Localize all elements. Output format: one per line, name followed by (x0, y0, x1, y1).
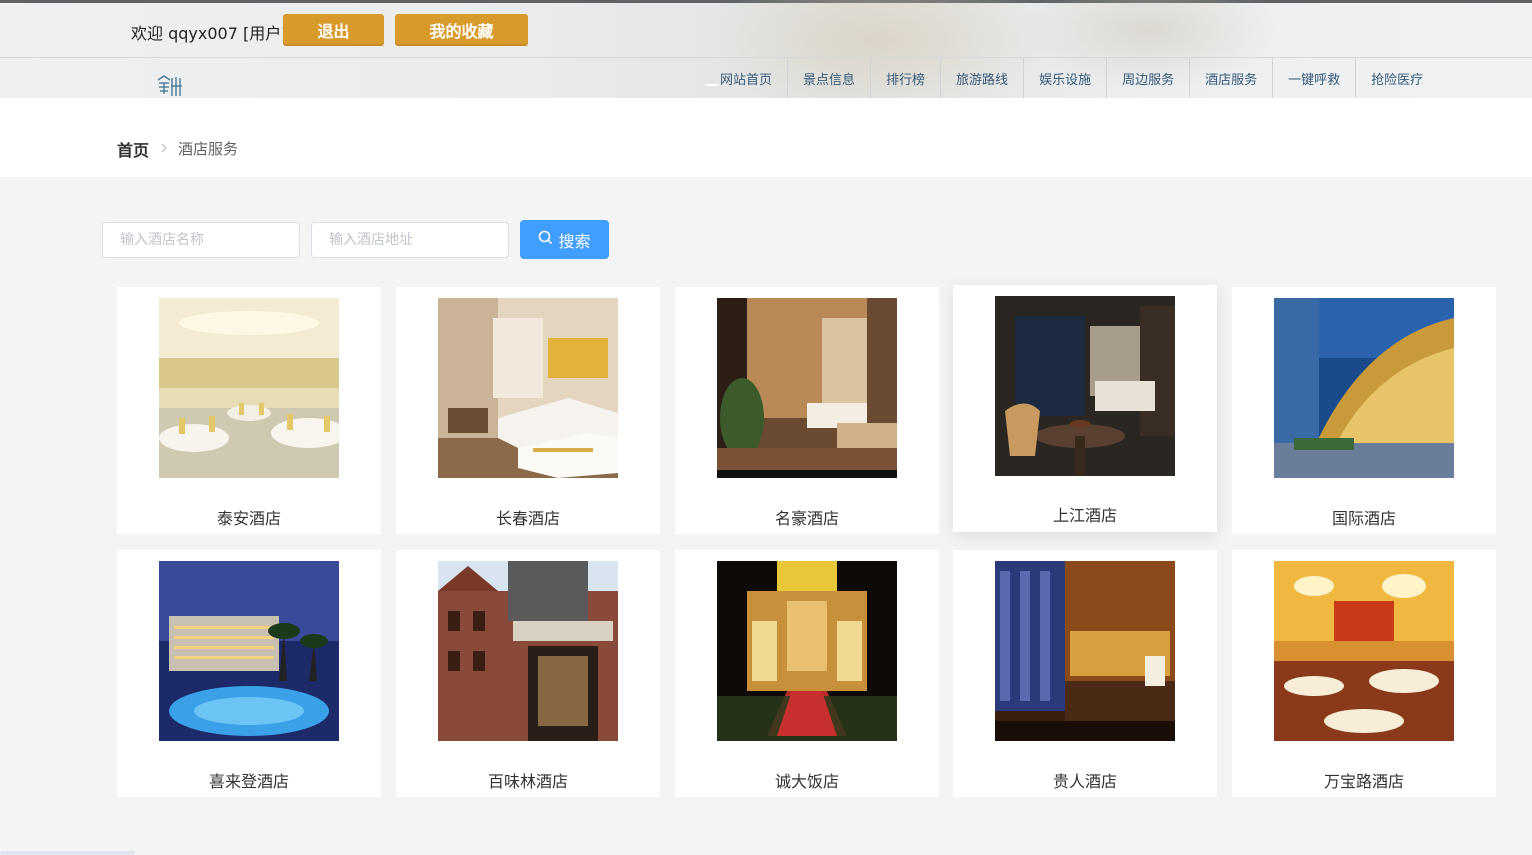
hotel-image (159, 561, 339, 741)
hotel-name: 百味林酒店 (487, 772, 568, 791)
breadcrumb: 首页 酒店服务 (0, 98, 1532, 177)
hotel-image (438, 561, 618, 741)
hotel-image (1274, 561, 1454, 741)
chevron-right-icon (159, 139, 169, 153)
hotel-card[interactable]: 万宝路酒店 (1232, 550, 1496, 797)
nav-item-ranking[interactable]: 排行榜 (871, 58, 942, 98)
hotel-address-input[interactable] (311, 222, 509, 258)
nav-item-entertainment[interactable]: 娱乐设施 (1024, 58, 1108, 98)
hotel-name-input[interactable] (102, 222, 300, 258)
nav-item-home[interactable]: 网站首页 (705, 58, 789, 98)
hotel-image (438, 298, 618, 478)
nav-item-routes[interactable]: 旅游路线 (941, 58, 1025, 98)
nav-item-attractions[interactable]: 景点信息 (788, 58, 872, 98)
hotel-card[interactable]: 长春酒店 (396, 287, 660, 534)
hotel-name: 名豪酒店 (774, 509, 839, 528)
nav-item-sos[interactable]: 一键呼救 (1273, 58, 1357, 98)
hotel-image (159, 298, 339, 478)
hotel-name: 泰安酒店 (216, 509, 281, 528)
site-header: 欢迎 qqyx007 [用户] 退出 我的收藏 网站首页 景点信息 排行榜 旅游… (0, 0, 1532, 98)
hotel-name: 贵人酒店 (1052, 772, 1117, 791)
hotel-card[interactable]: 上江酒店 (953, 285, 1217, 532)
hotel-card[interactable]: 诚大饭店 (675, 550, 939, 797)
breadcrumb-home-link[interactable]: 首页 (117, 137, 149, 161)
search-button[interactable]: 搜索 (520, 220, 609, 259)
welcome-text: 欢迎 qqyx007 [用户] (131, 24, 288, 43)
nav-item-nearby[interactable]: 周边服务 (1107, 58, 1191, 98)
hotel-card[interactable]: 喜来登酒店 (117, 550, 381, 797)
hotel-name: 喜来登酒店 (208, 772, 289, 791)
hotel-image (995, 296, 1175, 476)
main-nav: 网站首页 景点信息 排行榜 旅游路线 娱乐设施 周边服务 酒店服务 一键呼救 抢… (705, 58, 1438, 98)
hotel-image (717, 298, 897, 478)
nav-item-hotel[interactable]: 酒店服务 (1190, 58, 1274, 98)
search-icon (538, 230, 553, 249)
breadcrumb-current: 酒店服务 (178, 140, 239, 158)
hotel-card[interactable]: 百味林酒店 (396, 550, 660, 797)
hotel-card[interactable]: 泰安酒店 (117, 287, 381, 534)
hotel-name: 国际酒店 (1331, 509, 1396, 528)
site-logo-icon[interactable] (155, 74, 185, 98)
nav-item-medical[interactable]: 抢险医疗 (1356, 58, 1438, 98)
hotel-card[interactable]: 国际酒店 (1232, 287, 1496, 534)
search-button-label: 搜索 (558, 231, 591, 251)
logout-button[interactable]: 退出 (283, 14, 384, 46)
hotel-name: 诚大饭店 (774, 772, 839, 791)
hotel-image (717, 561, 897, 741)
hotel-name: 上江酒店 (1052, 506, 1117, 525)
hotel-image (1274, 298, 1454, 478)
hotel-name: 万宝路酒店 (1323, 772, 1404, 791)
hotel-image (995, 561, 1175, 741)
hotel-name: 长春酒店 (495, 509, 560, 528)
hotel-card[interactable]: 名豪酒店 (675, 287, 939, 534)
hotel-card[interactable]: 贵人酒店 (953, 550, 1217, 797)
horizontal-scrollbar[interactable] (0, 851, 135, 855)
favorites-button[interactable]: 我的收藏 (395, 14, 528, 46)
